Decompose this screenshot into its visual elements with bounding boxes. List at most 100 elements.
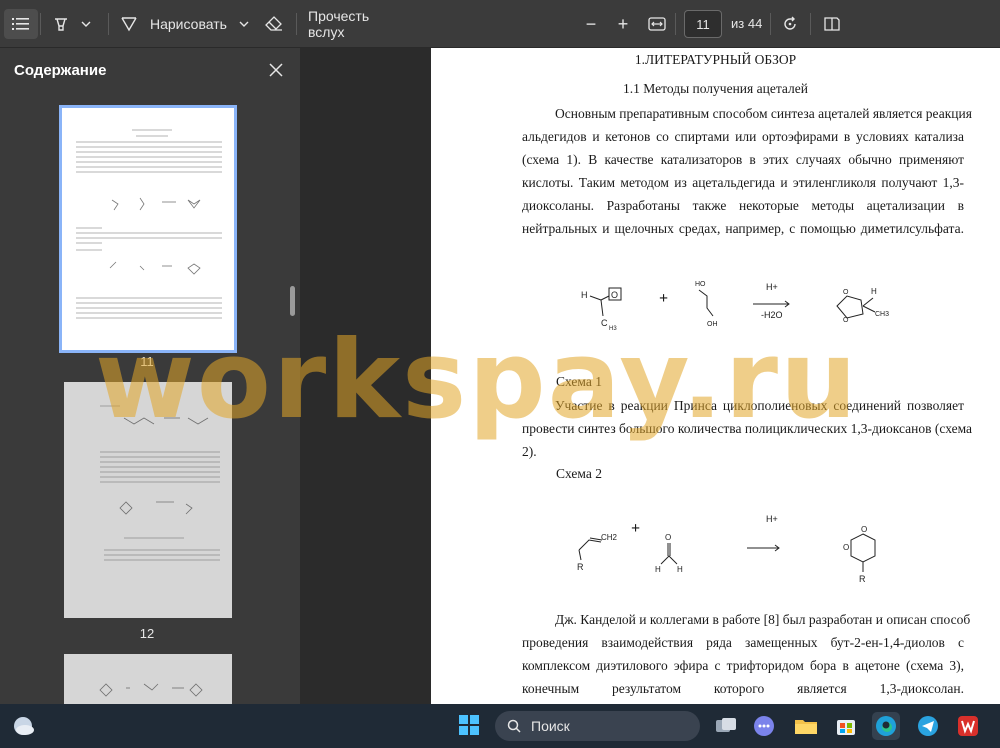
task-view-icon: [716, 718, 736, 732]
scheme2-plus: +: [631, 520, 641, 537]
folder-icon: [795, 720, 817, 734]
svg-text:O: O: [861, 525, 867, 534]
paragraph-line: комплексом диэтилового эфира с трифторид…: [522, 658, 964, 673]
page-number-input[interactable]: 11: [684, 10, 722, 38]
draw-dropdown[interactable]: [236, 9, 252, 39]
separator: [296, 13, 297, 35]
sidebar-scrollbar[interactable]: [290, 286, 295, 316]
read-aloud-button[interactable]: Прочесть вслух: [308, 8, 408, 40]
paragraph-line: (схема 1). В качестве катализаторов в эт…: [522, 152, 964, 167]
thumbnail-label-11: 11: [140, 354, 154, 369]
svg-text:C: C: [601, 318, 608, 328]
thumbnail-label-12: 12: [139, 626, 155, 641]
scheme1-label: Схема 1: [556, 374, 602, 389]
wps-office-app[interactable]: [954, 712, 982, 740]
svg-text:O: O: [843, 317, 849, 324]
reaction-scheme-1: H O C H3 HO OH O O H CH3: [581, 281, 889, 332]
paragraph-line: 2).: [522, 444, 537, 459]
wps-icon: [958, 716, 978, 736]
cloud-icon: [14, 717, 34, 735]
svg-text:R: R: [577, 562, 584, 572]
toolbar: Нарисовать Прочесть вслух − + 11 из 44: [0, 0, 1000, 48]
svg-text:R: R: [859, 574, 866, 584]
store-app[interactable]: [832, 712, 860, 740]
separator: [108, 13, 109, 35]
task-view-button[interactable]: [712, 712, 740, 740]
paragraph-line: альдегидов и кетонов со спиртами или орт…: [522, 129, 964, 144]
total-pages-label: из 44: [731, 16, 763, 31]
separator: [40, 13, 41, 35]
pen-icon: [121, 17, 137, 32]
draw-button[interactable]: Нарисовать: [120, 9, 230, 39]
chevron-down-icon: [81, 21, 91, 27]
document-view[interactable]: 1.ЛИТЕРАТУРНЫЙ ОБЗОР 1.1 Методы получени…: [300, 48, 1000, 704]
separator: [675, 13, 676, 35]
svg-text:H: H: [871, 287, 877, 296]
thumbnail-preview: [76, 129, 222, 319]
chevron-down-icon: [239, 21, 249, 27]
reaction-scheme-2: R CH2 O H H O O R: [577, 525, 876, 584]
svg-text:CH2: CH2: [601, 533, 618, 542]
zoom-in-button[interactable]: +: [612, 9, 634, 39]
svg-text:O: O: [665, 533, 671, 542]
search-placeholder: Поиск: [531, 718, 570, 734]
highlight-dropdown[interactable]: [78, 9, 94, 39]
svg-text:HO: HO: [695, 281, 706, 288]
edge-browser-app[interactable]: [872, 712, 900, 740]
paragraph-line: Основным препаративным способом синтеза …: [555, 106, 972, 121]
svg-text:O: O: [843, 289, 849, 296]
rotate-icon: [784, 16, 796, 30]
sidebar-title: Содержание: [14, 62, 107, 79]
eraser-icon: [265, 16, 282, 31]
section-heading: 1.1 Методы получения ацеталей: [623, 81, 808, 96]
rotate-button[interactable]: [778, 9, 802, 39]
page-view-button[interactable]: [820, 9, 844, 39]
pdf-viewer-window: Нарисовать Прочесть вслух − + 11 из 44 С…: [0, 0, 1000, 748]
weather-widget[interactable]: [10, 713, 36, 739]
svg-text:H3: H3: [609, 326, 617, 332]
windows-logo-icon: [459, 715, 479, 735]
plus-icon: +: [617, 13, 629, 34]
file-explorer-app[interactable]: [792, 712, 820, 740]
paragraph-line: нейтральных и щелочных средах, например,…: [522, 221, 964, 236]
fit-width-icon: [648, 17, 666, 31]
erase-button[interactable]: [262, 9, 286, 39]
page-thumbnail-12[interactable]: [64, 382, 232, 618]
start-button[interactable]: [458, 714, 482, 738]
svg-text:H: H: [581, 290, 588, 300]
paragraph-line: конечным результатом которого является 1…: [522, 681, 964, 696]
telegram-app[interactable]: [914, 712, 942, 740]
paragraph-line: провести синтез большого количества поли…: [522, 421, 973, 436]
current-page-value: 11: [696, 16, 710, 32]
read-aloud-label: Прочесть вслух: [308, 8, 370, 40]
teams-chat-app[interactable]: [750, 712, 778, 740]
scheme2-catalyst: H+: [766, 514, 778, 524]
svg-text:H: H: [655, 565, 661, 574]
search-icon: [507, 719, 521, 733]
highlighter-icon: [55, 18, 67, 31]
sidebar-close-button[interactable]: [264, 58, 288, 82]
taskbar-search[interactable]: Поиск: [495, 711, 700, 741]
list-icon: [12, 18, 29, 30]
paragraph-line: проведения взаимодействия ряда замещенны…: [522, 635, 964, 650]
paragraph-line: кислоты. Таким методом из ацетальдегида …: [522, 175, 964, 190]
paragraph-line: диоксоланы. Разработаны также некоторые …: [522, 198, 964, 213]
scheme2-label: Схема 2: [556, 466, 602, 481]
highlight-button[interactable]: [50, 9, 72, 39]
svg-text:H: H: [677, 565, 683, 574]
scheme1-plus: +: [659, 290, 669, 307]
svg-text:O: O: [611, 290, 618, 300]
scheme1-catalyst: H+: [766, 282, 778, 292]
page-thumbnail-11[interactable]: [59, 105, 237, 353]
paragraph-line: Дж. Канделой и коллегами в работе [8] бы…: [555, 612, 971, 627]
telegram-icon: [918, 716, 938, 736]
contents-toggle-button[interactable]: [4, 9, 38, 39]
contents-sidebar: Содержание 11 12: [0, 48, 300, 714]
zoom-out-button[interactable]: −: [580, 9, 602, 39]
svg-text:OH: OH: [707, 321, 718, 328]
chat-icon: [754, 716, 774, 736]
edge-icon: [876, 716, 896, 736]
close-icon: [269, 63, 283, 77]
fit-to-width-button[interactable]: [645, 9, 669, 39]
svg-text:CH3: CH3: [875, 311, 889, 318]
